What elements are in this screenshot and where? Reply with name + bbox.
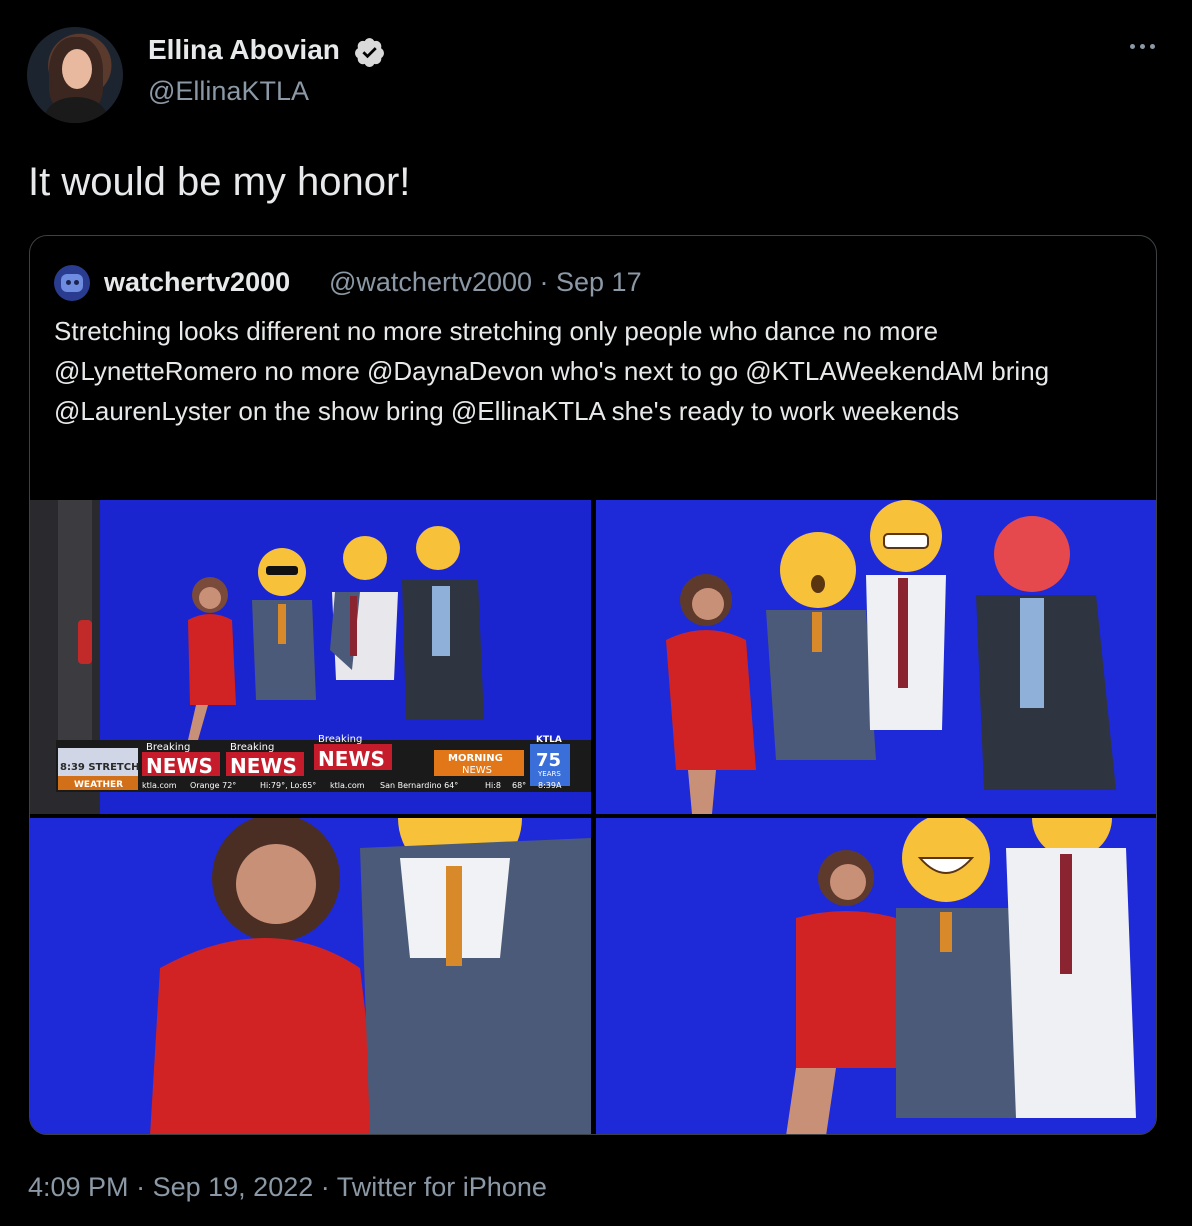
- ticker-orange: Orange 72°: [190, 781, 236, 790]
- ticker-stretch: 8:39 STRETCH: [60, 762, 139, 773]
- ticker-site-2: ktla.com: [330, 781, 365, 790]
- dot: [1149, 43, 1155, 49]
- ticker-breaking-3: Breaking: [318, 734, 362, 745]
- ticker-weather: WEATHER: [74, 780, 123, 790]
- tweet-time[interactable]: 4:09 PM: [28, 1172, 129, 1202]
- media-image-1[interactable]: 8:39 STRETCH WEATHER Breaking NEWS Break…: [30, 500, 591, 814]
- media-grid: 8:39 STRETCH WEATHER Breaking NEWS Break…: [30, 500, 1156, 1134]
- author-avatar[interactable]: [27, 27, 123, 123]
- avatar-face: [62, 49, 92, 89]
- ticker-breaking-1: Breaking: [146, 742, 190, 753]
- ticker-news-2: NEWS: [230, 754, 297, 778]
- tweet-source[interactable]: Twitter for iPhone: [337, 1172, 547, 1202]
- dot: [1129, 43, 1135, 49]
- tweet-date[interactable]: Sep 19, 2022: [153, 1172, 314, 1202]
- ticker-news-3: NEWS: [318, 747, 385, 771]
- author-handle[interactable]: @EllinaKTLA: [148, 76, 309, 107]
- quoted-tweet-card[interactable]: watchertv2000 @watchertv2000 · Sep 17 St…: [29, 235, 1157, 1135]
- ticker-years-num: 75: [536, 750, 561, 771]
- ticker-morning: MORNING: [448, 753, 503, 764]
- quoted-tweet-text: Stretching looks different no more stret…: [54, 316, 1050, 426]
- separator: ·: [320, 1172, 330, 1202]
- ticker-morning-news: NEWS: [462, 765, 492, 776]
- ticker-years: YEARS: [537, 770, 561, 778]
- ticker-station: KTLA: [536, 735, 562, 745]
- studio-scene-4: [596, 818, 1156, 1134]
- media-image-4[interactable]: [596, 818, 1156, 1134]
- ticker-temp: 68°: [512, 781, 526, 790]
- separator: ·: [136, 1172, 146, 1202]
- media-image-3[interactable]: [30, 818, 591, 1134]
- quoted-author-name[interactable]: watchertv2000: [104, 267, 290, 298]
- studio-scene-1: 8:39 STRETCH WEATHER Breaking NEWS Break…: [30, 500, 591, 814]
- bot-eye: [66, 280, 71, 285]
- ticker-site-1: ktla.com: [142, 781, 177, 790]
- more-options-icon[interactable]: [1122, 34, 1162, 58]
- studio-scene-2: [596, 500, 1156, 814]
- ticker-hi: Hi:8: [485, 781, 501, 790]
- ticker-clock: 8:39A: [538, 781, 562, 790]
- tweet-text: It would be my honor!: [28, 160, 411, 204]
- ticker-news-1: NEWS: [146, 754, 213, 778]
- quoted-author-avatar[interactable]: [54, 265, 90, 301]
- ticker-breaking-2: Breaking: [230, 742, 274, 753]
- bot-face: [61, 274, 83, 292]
- tweet-timestamp[interactable]: 4:09 PM · Sep 19, 2022 · Twitter for iPh…: [28, 1172, 547, 1203]
- ticker-sanbern: San Bernardino 64°: [380, 781, 458, 790]
- author-name[interactable]: Ellina Abovian: [148, 34, 340, 66]
- ticker-hilo: Hi:79°, Lo:65°: [260, 781, 316, 790]
- media-image-2[interactable]: [596, 500, 1156, 814]
- studio-scene-3: [30, 818, 591, 1134]
- verified-badge-icon: [355, 38, 384, 67]
- bot-eye: [74, 280, 79, 285]
- quoted-author-handle-date[interactable]: @watchertv2000 · Sep 17: [329, 267, 642, 298]
- dot: [1139, 43, 1145, 49]
